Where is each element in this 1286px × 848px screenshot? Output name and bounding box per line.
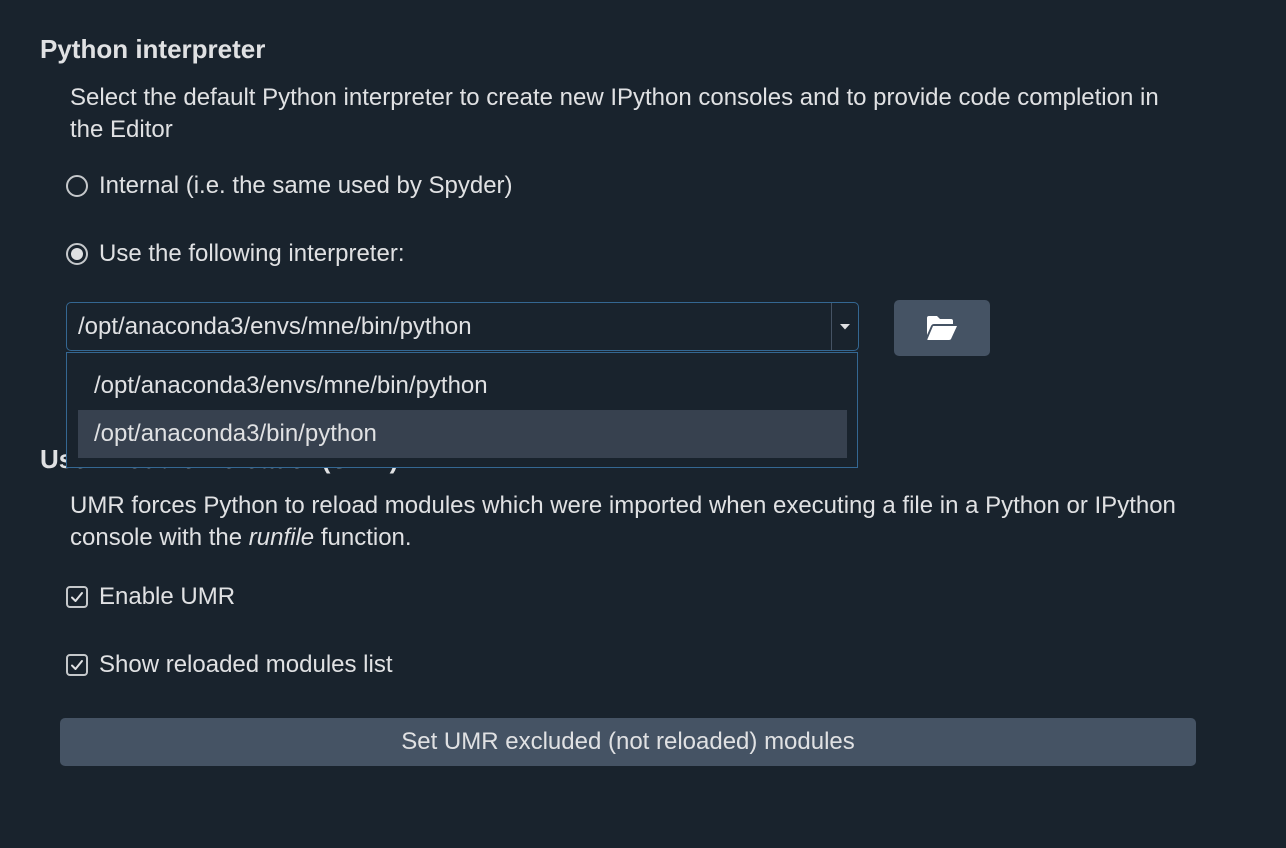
custom-interpreter-label: Use the following interpreter: [99, 240, 405, 267]
dropdown-option-base-python[interactable]: /opt/anaconda3/bin/python [78, 410, 847, 458]
enable-umr-label: Enable UMR [99, 583, 236, 610]
interpreter-description: Select the default Python interpreter to… [70, 84, 1159, 143]
browse-interpreter-button[interactable] [894, 300, 990, 356]
runfile-emphasis: runfile [248, 524, 315, 551]
interpreter-section-title: Python interpreter [40, 34, 266, 64]
interpreter-combobox[interactable]: /opt/anaconda3/envs/mne/bin/python [66, 302, 859, 351]
chevron-down-icon[interactable] [831, 303, 858, 350]
custom-interpreter-radio[interactable]: Use the following interpreter: [66, 240, 404, 268]
interpreter-combobox-value: /opt/anaconda3/envs/mne/bin/python [78, 312, 472, 340]
interpreter-dropdown-list: /opt/anaconda3/envs/mne/bin/python /opt/… [66, 352, 858, 468]
radio-checked-icon[interactable] [66, 243, 88, 265]
show-reloaded-list-label: Show reloaded modules list [99, 651, 393, 678]
show-reloaded-list-checkbox[interactable]: Show reloaded modules list [66, 651, 393, 679]
checkbox-checked-icon[interactable] [66, 654, 88, 676]
checkbox-checked-icon[interactable] [66, 586, 88, 608]
internal-interpreter-label: Internal (i.e. the same used by Spyder) [99, 172, 513, 199]
enable-umr-checkbox[interactable]: Enable UMR [66, 583, 235, 611]
umr-description: UMR forces Python to reload modules whic… [70, 490, 1190, 554]
folder-open-icon [927, 316, 957, 340]
internal-interpreter-radio[interactable]: Internal (i.e. the same used by Spyder) [66, 172, 513, 200]
umr-description-text: UMR forces Python to reload modules whic… [70, 492, 1176, 551]
dropdown-option-mne-python[interactable]: /opt/anaconda3/envs/mne/bin/python [78, 362, 847, 410]
radio-unchecked-icon[interactable] [66, 175, 88, 197]
umr-excluded-modules-button[interactable]: Set UMR excluded (not reloaded) modules [60, 718, 1196, 766]
umr-description-end: function. [314, 524, 412, 551]
